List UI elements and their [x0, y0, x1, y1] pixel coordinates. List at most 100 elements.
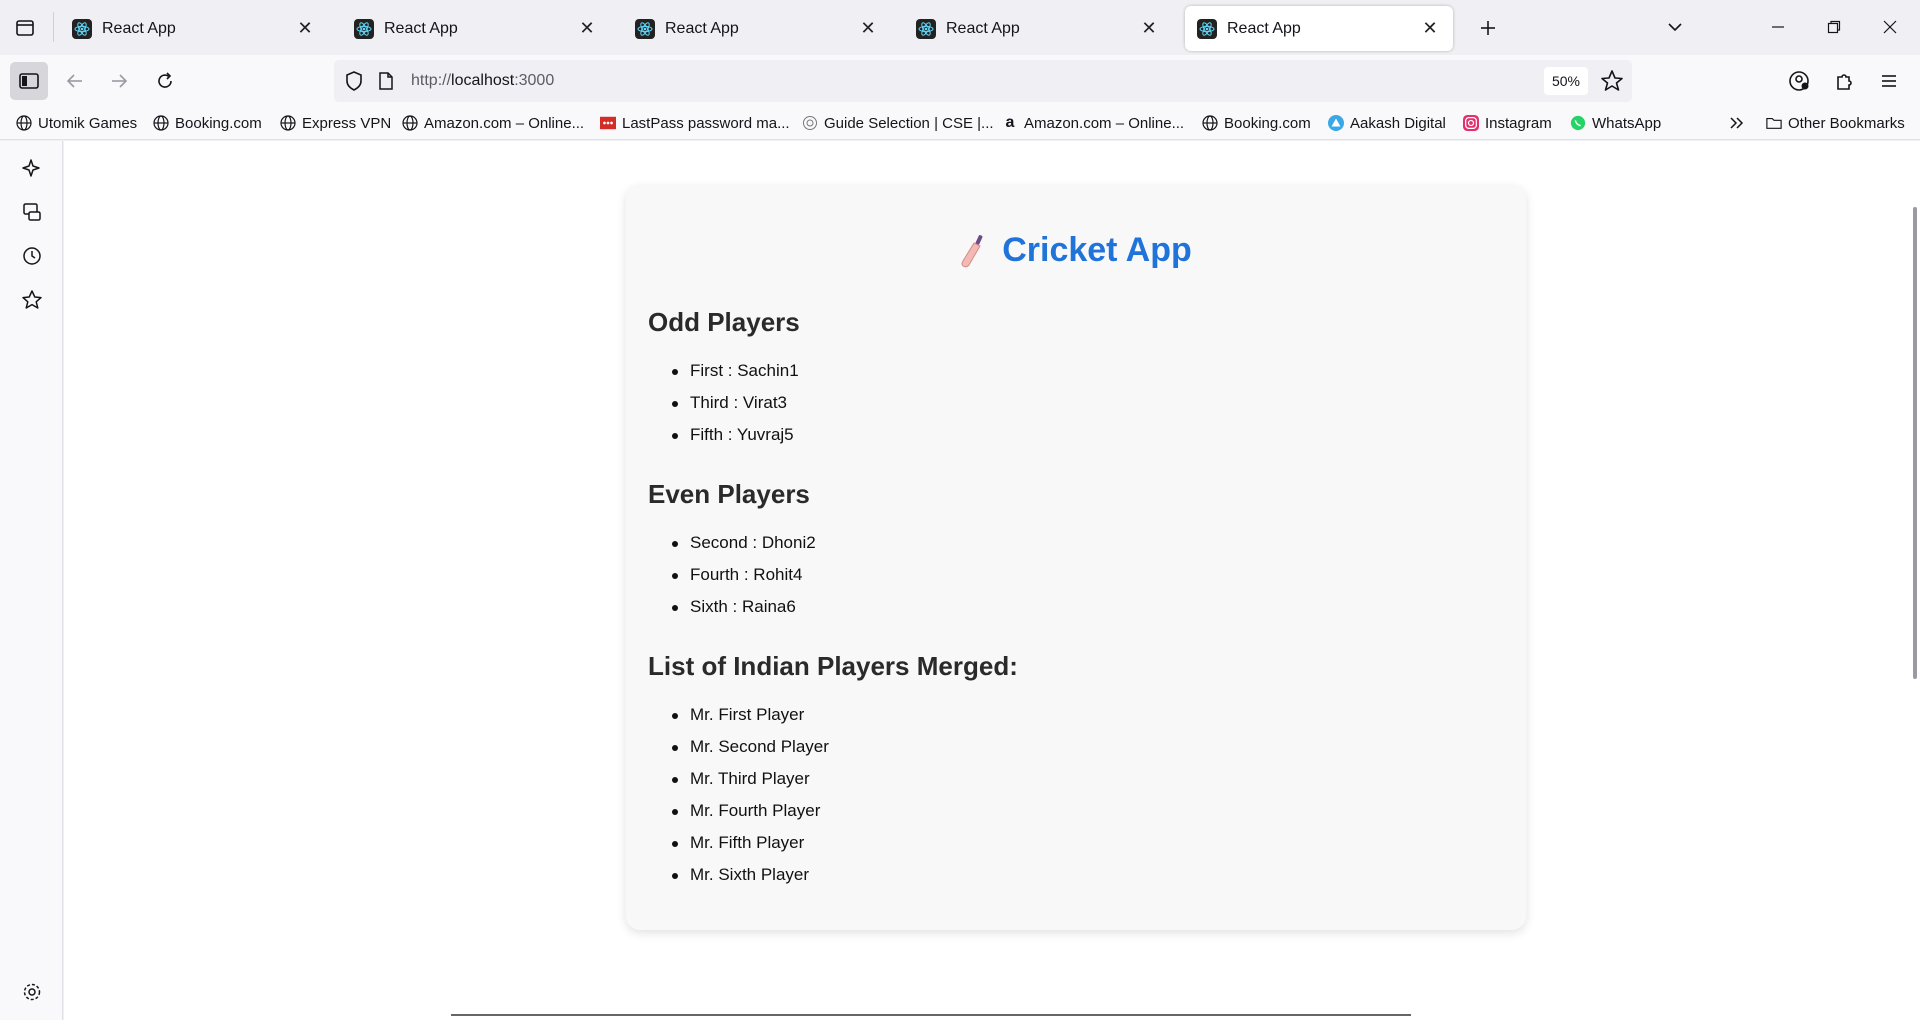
more-bookmarks-button[interactable] — [1728, 111, 1746, 135]
cricket-app-card: Cricket App Odd Players First : Sachin1 … — [626, 185, 1526, 930]
firefox-view-button[interactable] — [10, 14, 40, 42]
amazon-icon: a — [1005, 114, 1015, 131]
reload-button[interactable] — [146, 62, 184, 100]
bookmark-label: Booking.com — [1224, 114, 1311, 132]
tab[interactable]: React App ✕ — [342, 6, 610, 51]
bookmark-star-icon[interactable] — [1600, 69, 1624, 98]
tab[interactable]: React App ✕ — [60, 6, 328, 51]
list-item: Third : Virat3 — [670, 387, 799, 419]
close-icon — [1883, 20, 1897, 34]
puzzle-icon — [1837, 74, 1852, 90]
hamburger-menu-icon — [1882, 75, 1896, 87]
odd-players-list: First : Sachin1 Third : Virat3 Fifth : Y… — [670, 355, 799, 451]
zoom-level-badge[interactable]: 50% — [1543, 67, 1588, 95]
url-text[interactable]: http://localhost:3000 — [411, 72, 554, 90]
globe-icon — [402, 115, 418, 131]
react-favicon-icon — [72, 18, 92, 39]
app-title: Cricket App — [626, 231, 1526, 270]
menu-button[interactable] — [1870, 62, 1908, 100]
odd-players-heading: Odd Players — [648, 307, 800, 337]
tab-title: React App — [384, 19, 458, 37]
synced-tabs-icon[interactable] — [19, 199, 45, 225]
globe-icon — [1202, 115, 1218, 131]
bookmark-label: Express VPN — [302, 114, 392, 132]
bookmark-label: Amazon.com – Online... — [1024, 114, 1185, 132]
tab-title: React App — [1227, 19, 1301, 37]
reload-icon — [158, 72, 172, 88]
page-content: Cricket App Odd Players First : Sachin1 … — [64, 141, 1920, 1020]
bookmark-item[interactable]: Instagram — [1463, 111, 1552, 135]
list-item: Second : Dhoni2 — [670, 527, 816, 559]
settings-gear-icon[interactable] — [19, 979, 45, 1005]
list-item: Mr. Third Player — [670, 763, 829, 795]
bookmark-item[interactable]: WhatsApp — [1570, 111, 1661, 135]
list-item: Mr. First Player — [670, 699, 829, 731]
tab-active[interactable]: React App ✕ — [1185, 6, 1453, 51]
back-button[interactable] — [56, 62, 94, 100]
close-tab-icon[interactable]: ✕ — [576, 18, 598, 40]
page-icon[interactable] — [378, 71, 394, 96]
sidebar — [0, 141, 63, 1020]
bookmarks-sidebar-icon[interactable] — [19, 287, 45, 313]
bookmark-item[interactable]: Express VPN — [280, 111, 391, 135]
new-tab-button[interactable] — [1474, 14, 1502, 42]
merged-players-heading: List of Indian Players Merged: — [648, 651, 1018, 681]
scrollbar[interactable] — [1913, 207, 1917, 679]
bookmark-item[interactable]: a Amazon.com – Online... — [1002, 111, 1185, 135]
globe-icon — [16, 115, 32, 131]
tab[interactable]: React App ✕ — [623, 6, 891, 51]
extensions-button[interactable] — [1826, 62, 1864, 100]
close-window-button[interactable] — [1870, 12, 1910, 42]
bookmark-item[interactable]: Utomik Games — [16, 111, 137, 135]
bookmark-item[interactable]: Guide Selection | CSE |... — [802, 111, 994, 135]
react-favicon-icon — [354, 18, 374, 39]
firefox-view-icon — [16, 20, 34, 36]
list-all-tabs-button[interactable] — [1655, 12, 1695, 42]
folder-icon — [1766, 115, 1782, 131]
globe-icon — [280, 115, 296, 131]
react-favicon-icon — [1197, 18, 1217, 39]
bookmark-item[interactable]: Amazon.com – Online... — [402, 111, 584, 135]
chevron-down-icon — [1668, 23, 1682, 32]
restore-button[interactable] — [1814, 12, 1854, 42]
bookmark-item[interactable]: LastPass password ma... — [600, 111, 790, 135]
account-icon — [1789, 71, 1809, 91]
tab[interactable]: React App ✕ — [904, 6, 1172, 51]
plus-icon — [1481, 21, 1495, 35]
close-tab-icon[interactable]: ✕ — [1419, 18, 1441, 40]
bookmark-item[interactable]: Aakash Digital — [1328, 111, 1446, 135]
sidebar-toggle-button[interactable] — [10, 62, 48, 100]
arrow-right-icon — [112, 74, 128, 88]
bookmark-label: Guide Selection | CSE |... — [824, 114, 994, 132]
other-bookmarks-folder[interactable]: Other Bookmarks — [1766, 111, 1905, 135]
tab-title: React App — [102, 19, 176, 37]
account-button[interactable] — [1780, 62, 1818, 100]
arrow-left-icon — [66, 74, 82, 88]
guide-icon — [802, 115, 818, 131]
react-favicon-icon — [635, 18, 655, 39]
even-players-list: Second : Dhoni2 Fourth : Rohit4 Sixth : … — [670, 527, 816, 623]
bookmark-label: Other Bookmarks — [1788, 114, 1905, 132]
bookmark-item[interactable]: Booking.com — [153, 111, 262, 135]
cricket-bat-icon — [960, 234, 986, 268]
bookmark-label: Booking.com — [175, 114, 262, 132]
ai-chatbot-icon[interactable] — [19, 155, 45, 181]
bookmark-item[interactable]: Booking.com — [1202, 111, 1311, 135]
close-tab-icon[interactable]: ✕ — [294, 18, 316, 40]
close-tab-icon[interactable]: ✕ — [857, 18, 879, 40]
list-item: Mr. Fourth Player — [670, 795, 829, 827]
app-title-text: Cricket App — [1002, 231, 1192, 269]
bookmark-label: WhatsApp — [1592, 114, 1662, 132]
bookmark-label: Utomik Games — [38, 114, 138, 132]
list-item: Mr. Sixth Player — [670, 859, 829, 891]
bookmark-label: Aakash Digital — [1350, 114, 1446, 132]
shield-icon[interactable] — [344, 70, 364, 97]
history-icon[interactable] — [19, 243, 45, 269]
forward-button[interactable] — [100, 62, 138, 100]
tab-strip: React App ✕ React App ✕ React App ✕ Reac… — [0, 0, 1920, 55]
minimize-button[interactable] — [1758, 12, 1798, 42]
close-tab-icon[interactable]: ✕ — [1138, 18, 1160, 40]
address-bar[interactable]: http://localhost:3000 50% — [334, 60, 1632, 102]
tab-title: React App — [665, 19, 739, 37]
navigation-toolbar: http://localhost:3000 50% — [0, 55, 1920, 107]
